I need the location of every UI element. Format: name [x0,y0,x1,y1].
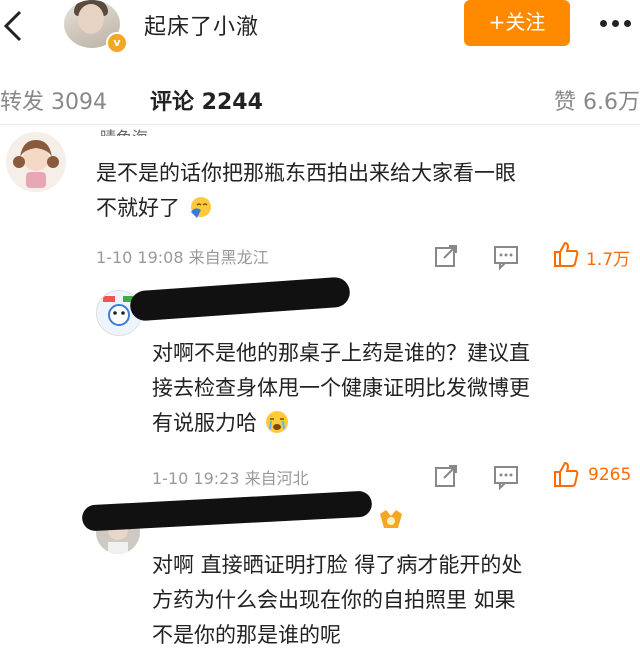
emoji-icon [265,411,288,433]
comment-meta: 1-10 19:08 来自黑龙江 [96,244,269,268]
comment-icon [494,466,518,491]
avatar-illustration [6,132,66,192]
more-button[interactable] [590,8,640,38]
comment-icon [494,246,518,271]
share-icon [435,245,457,267]
comment-line: 对啊不是他的那桌子上药是谁的？建议直 [152,341,530,365]
like-icon [554,241,579,267]
weibo-comments-screen: v 起床了小澈 +关注 转发 3094 评论 2244 赞 6.6万 晴色海 是… [0,0,640,664]
top-bar: v 起床了小澈 +关注 [0,0,640,58]
comment-text: 对啊 直接晒证明打脸 得了病才能开的处 方药为什么会出现在你的自拍照里 如果 不… [152,548,522,653]
commenter-name[interactable]: 晴色海 [100,124,148,136]
comment-time: 1-10 19:08 [96,248,184,267]
tab-likes[interactable]: 赞 6.6万 [554,84,640,116]
comment-source: 来自河北 [244,469,309,488]
like-count: 1.7万 [586,250,631,270]
like-button[interactable] [552,460,580,488]
share-button[interactable] [432,462,460,490]
comment-text: 是不是的话你把那瓶东西拍出来给大家看一眼 不就好了 [96,156,516,226]
like-count: 9265 [588,465,632,485]
tab-comments[interactable]: 评论 2244 [150,84,263,116]
follow-button[interactable]: +关注 [464,0,570,46]
comment-line: 不就好了 [96,196,180,220]
reply-button[interactable] [492,462,520,491]
like-button[interactable] [552,240,580,268]
back-button[interactable] [0,6,24,46]
emoji-icon [190,197,211,218]
share-icon [435,465,457,487]
tab-divider [0,124,640,125]
redacted-username [129,276,351,322]
author-name[interactable]: 起床了小澈 [144,9,259,41]
like-icon [554,461,579,487]
comment-meta: 1-10 19:23 来自河北 [152,465,309,489]
comment-line: 不是你的那是谁的呢 [152,623,341,647]
tab-repost[interactable]: 转发 3094 [0,84,107,116]
redacted-username [81,490,373,532]
back-arrow-icon [3,10,22,42]
commenter-avatar[interactable] [6,132,66,192]
comment-source: 来自黑龙江 [188,248,269,267]
comment-line: 有说服力哈 [152,411,257,435]
reply-button[interactable] [492,242,520,271]
comment-line: 接去检查身体甩一个健康证明比发微博更 [152,376,530,400]
verified-badge-icon: v [106,32,128,54]
medal-badge-icon [376,508,406,532]
comment-line: 对啊 直接晒证明打脸 得了病才能开的处 [152,553,523,577]
comment-text: 对啊不是他的那桌子上药是谁的？建议直 接去检查身体甩一个健康证明比发微博更 有说… [152,336,530,441]
comment-line: 方药为什么会出现在你的自拍照里 如果 [152,588,516,612]
comment-time: 1-10 19:23 [152,469,240,488]
comment-line: 是不是的话你把那瓶东西拍出来给大家看一眼 [96,161,516,185]
share-button[interactable] [432,242,460,270]
post-tabs: 转发 3094 评论 2244 赞 6.6万 [0,78,640,124]
